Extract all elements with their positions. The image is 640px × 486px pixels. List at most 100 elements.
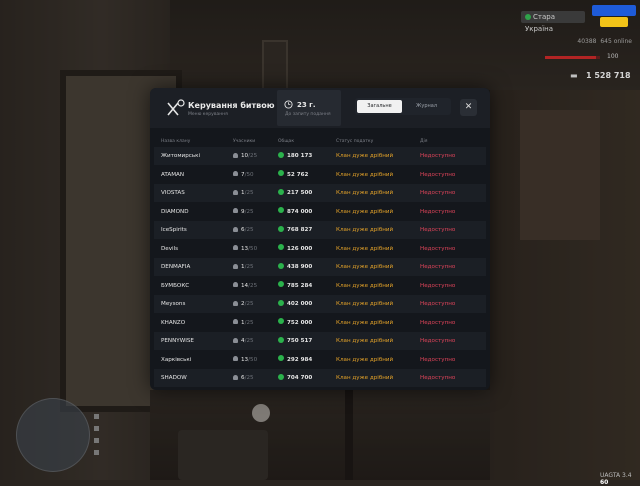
fps-counter: 60 (600, 479, 609, 486)
column-header-name: Назва клану (161, 139, 191, 144)
money-icon: ▬ (570, 71, 578, 80)
action-unavailable[interactable]: Недоступно (420, 314, 455, 332)
action-unavailable[interactable]: Недоступно (420, 258, 455, 276)
action-unavailable[interactable]: Недоступно (420, 332, 455, 350)
tax-status: Клан дуже дрібний (336, 153, 394, 159)
action-unavailable[interactable]: Недоступно (420, 295, 455, 313)
money-dot-icon (278, 188, 284, 195)
members-max: /25 (244, 227, 254, 233)
clan-treasury: 768 827 (278, 221, 312, 239)
person-icon (233, 337, 238, 343)
crossed-swords-icon (167, 99, 185, 116)
clan-name: SHADOW (161, 375, 187, 381)
person-icon (233, 226, 238, 232)
clan-treasury: 785 284 (278, 277, 312, 295)
person-icon (233, 152, 238, 158)
clan-treasury: 126 000 (278, 240, 312, 258)
tax-status: Клан дуже дрібний (336, 375, 394, 381)
server-flag-icon (525, 14, 531, 20)
clock-icon (284, 100, 293, 109)
legend-icon (94, 426, 99, 431)
tab-general[interactable]: Загальне (357, 100, 402, 113)
tax-status: Клан дуже дрібний (336, 264, 394, 270)
table-row[interactable]: Meysons 2/25 402 000 Клан дуже дрібний Недос… (154, 295, 486, 313)
timer-value: 23 г. (297, 101, 316, 109)
table-row[interactable]: SHADOW 6/25 704 700 Клан дуже дрібний Недост… (154, 369, 486, 387)
clan-treasury: 704 700 (278, 369, 312, 387)
tax-status: Клан дуже дрібний (336, 282, 394, 289)
action-unavailable[interactable]: Недоступно (420, 277, 455, 295)
clan-name: KHANZO (161, 319, 186, 326)
legend-icon (94, 450, 99, 455)
person-icon (233, 282, 238, 287)
clan-members: 1/25 (233, 184, 254, 202)
server-badge: Стара Україна (521, 11, 585, 33)
table-row[interactable]: Харківські 13/50 292 984 Клан дуже дрібний Н… (154, 351, 486, 369)
close-icon: ✕ (464, 102, 473, 112)
tab-log[interactable]: Журнал (404, 100, 449, 113)
money-dot-icon (278, 225, 284, 232)
table-row[interactable]: VIOSTAS 1/25 217 500 Клан дуже дрібний Недос… (154, 184, 486, 202)
person-icon (233, 356, 238, 361)
table-row[interactable]: DIAMOND 9/25 874 000 Клан дуже дрібний Недос… (154, 203, 486, 221)
action-unavailable[interactable]: Недоступно (420, 147, 455, 165)
table-row[interactable]: IceSpirits 6/25 768 827 Клан дуже дрібний Не… (154, 221, 486, 239)
action-unavailable[interactable]: Недоступно (420, 203, 455, 221)
action-unavailable[interactable]: Недоступно (420, 221, 455, 239)
action-unavailable[interactable]: Недоступно (420, 184, 455, 202)
tax-status: Клан дуже дрібний (336, 319, 394, 326)
table-row[interactable]: Житомирські 10/25 180 173 Клан дуже дрібний… (154, 147, 486, 165)
treasury-value: 52 762 (287, 171, 309, 178)
legend-icon (94, 438, 99, 443)
hud-stat-2: 645 online (600, 38, 632, 45)
table-row[interactable]: DENMAFIA 1/25 438 900 Клан дуже дрібний Недо… (154, 258, 486, 276)
money-dot-icon (278, 244, 284, 250)
clan-name: Devils (161, 245, 179, 252)
tax-status: Клан дуже дрібний (336, 208, 394, 215)
clan-members: 1/25 (233, 314, 254, 332)
members-max: /25 (248, 282, 258, 289)
money-dot-icon (278, 299, 284, 306)
members-max: /50 (248, 245, 258, 252)
members-max: /25 (248, 153, 258, 159)
money-dot-icon (278, 373, 284, 380)
action-unavailable[interactable]: Недоступно (420, 369, 455, 387)
table-row[interactable]: ATAMAN 7/50 52 762 Клан дуже дрібний Недосту… (154, 166, 486, 184)
table-row[interactable]: Devils 13/50 126 000 Клан дуже дрібний Недос… (154, 240, 486, 258)
modal-header: Керування битвою Меню керування 23 г. До… (150, 88, 490, 128)
money-dot-icon (278, 355, 284, 361)
clan-treasury: 402 000 (278, 295, 312, 313)
members-max: /25 (244, 375, 254, 381)
person-icon (233, 300, 238, 306)
clan-name: Meysons (161, 301, 186, 307)
treasury-value: 217 500 (287, 190, 313, 196)
person-icon (233, 208, 238, 213)
tax-status: Клан дуже дрібний (336, 171, 394, 178)
clan-members: 6/25 (233, 369, 254, 387)
treasury-value: 785 284 (287, 282, 313, 289)
table-row[interactable]: PENNYWISE 4/25 750 517 Клан дуже дрібний Нед… (154, 332, 486, 350)
members-max: /50 (248, 356, 258, 363)
action-unavailable[interactable]: Недоступно (420, 166, 455, 184)
clan-treasury: 292 984 (278, 351, 312, 369)
treasury-value: 704 700 (287, 375, 313, 381)
clan-members: 4/25 (233, 332, 254, 350)
money-dot-icon (278, 207, 284, 213)
person-icon (233, 245, 238, 250)
close-button[interactable]: ✕ (460, 99, 477, 116)
timer-label: До запиту подання (285, 112, 331, 117)
clan-name: VIOSTAS (161, 190, 185, 196)
action-unavailable[interactable]: Недоступно (420, 240, 455, 258)
table-row[interactable]: БУМБОКС 14/25 785 284 Клан дуже дрібний Недо… (154, 277, 486, 295)
legend-icon (94, 414, 99, 419)
action-unavailable[interactable]: Недоступно (420, 351, 455, 369)
table-row[interactable]: KHANZO 1/25 752 000 Клан дуже дрібний Недост… (154, 314, 486, 332)
person-icon (233, 319, 238, 324)
clan-members: 13/50 (233, 240, 257, 258)
column-header-total: Общак (278, 139, 295, 144)
money-dot-icon (278, 281, 284, 287)
members-max: /25 (244, 319, 254, 326)
tax-status: Клан дуже дрібний (336, 245, 394, 252)
battle-management-modal: Керування битвою Меню керування 23 г. До… (150, 88, 490, 390)
clan-name: ATAMAN (161, 171, 185, 178)
